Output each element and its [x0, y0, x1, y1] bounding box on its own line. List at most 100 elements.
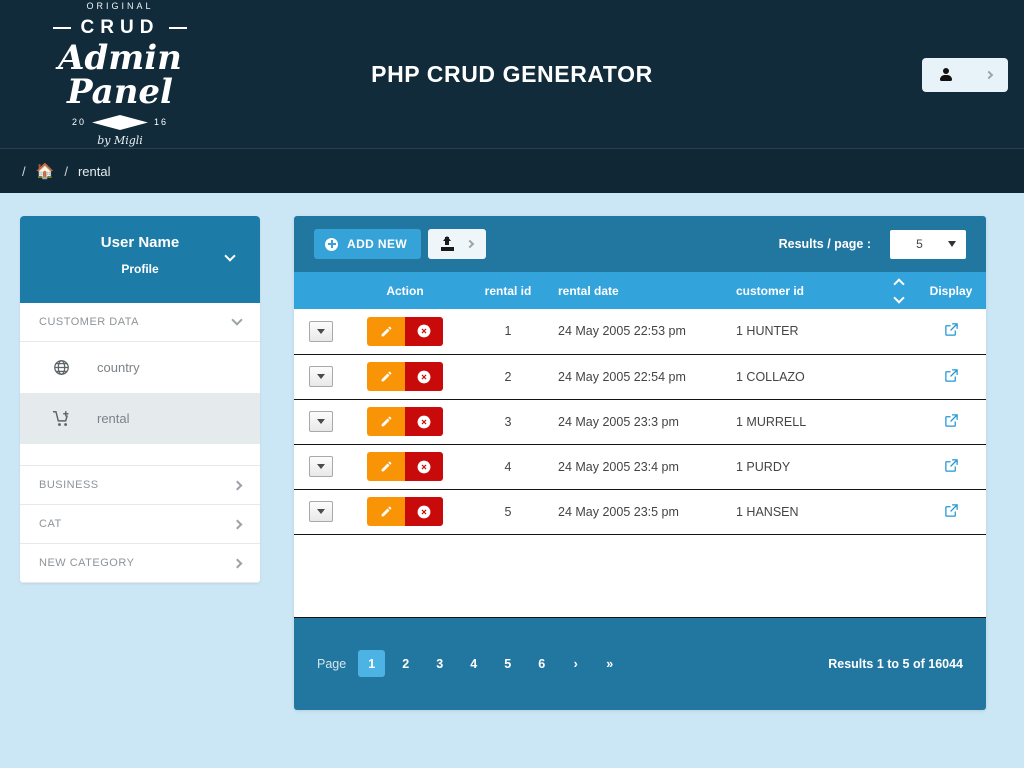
edit-row-button[interactable]: [367, 316, 405, 346]
column-header-toggle: [294, 272, 348, 309]
delete-row-button[interactable]: [405, 316, 443, 346]
chevron-right-icon: [232, 480, 243, 490]
pagination-page-1[interactable]: 1: [358, 650, 386, 677]
table-filler-cell: [294, 534, 986, 617]
rental-table: Action rental id rental date customer id…: [294, 272, 986, 618]
row-dropdown-toggle[interactable]: [309, 411, 333, 432]
breadcrumb-current: rental: [77, 163, 111, 179]
sort-descending-icon: [893, 291, 905, 304]
delete-row-button[interactable]: [405, 497, 443, 526]
results-per-page-group: Results / page : 5: [779, 229, 966, 259]
pencil-icon: [380, 370, 393, 383]
x-circle-icon: [417, 505, 431, 519]
external-link-icon[interactable]: [944, 368, 959, 383]
delete-row-button[interactable]: [405, 452, 443, 481]
row-dropdown-toggle[interactable]: [309, 501, 333, 522]
pagination-next-button[interactable]: ›: [562, 650, 589, 677]
chevron-right-icon: [232, 558, 243, 568]
edit-row-button[interactable]: [367, 407, 405, 436]
sidebar-section-cat[interactable]: CAT: [20, 505, 260, 544]
pagination-page-2[interactable]: 2: [392, 650, 419, 677]
sidebar-item-rental[interactable]: rental: [20, 393, 260, 444]
column-sort-toggle[interactable]: [882, 272, 916, 309]
row-action-group: [367, 497, 443, 526]
row-toggle-cell: [294, 489, 348, 534]
pencil-icon: [380, 505, 393, 518]
external-link-icon[interactable]: [944, 322, 959, 337]
row-dropdown-toggle[interactable]: [309, 366, 333, 387]
delete-row-button[interactable]: [405, 407, 443, 436]
cell-rental-id: 2: [504, 369, 512, 384]
row-dropdown-toggle[interactable]: [309, 320, 333, 342]
cell-sort-spacer: [882, 489, 916, 534]
edit-row-button[interactable]: [367, 452, 405, 481]
sort-ascending-icon: [893, 277, 905, 290]
user-icon: [939, 68, 953, 82]
home-icon[interactable]: 🏠: [36, 164, 55, 179]
caret-down-icon: [948, 241, 956, 247]
row-action-group: [367, 316, 443, 346]
row-toggle-cell: [294, 309, 348, 354]
table-toolbar: ADD NEW Results / page : 5: [294, 216, 986, 272]
breadcrumb: / 🏠 / rental: [0, 148, 1024, 193]
row-dropdown-toggle[interactable]: [309, 456, 333, 477]
table-head: Action rental id rental date customer id…: [294, 272, 986, 309]
plus-circle-icon: [325, 237, 338, 251]
row-toggle-cell: [294, 399, 348, 444]
delete-row-button[interactable]: [405, 362, 443, 391]
cell-display: [916, 489, 986, 534]
cell-customer-id: 1 HANSEN: [736, 504, 799, 519]
pagination-page-4[interactable]: 4: [460, 650, 487, 677]
add-new-button[interactable]: ADD NEW: [314, 229, 422, 259]
chevron-right-icon: [232, 519, 243, 529]
pagination-last-button[interactable]: »: [596, 650, 623, 677]
logo-byline: by Migli: [97, 134, 143, 147]
logo-dash-right: [169, 26, 188, 29]
export-button[interactable]: [428, 229, 487, 259]
cell-rental-id: 4: [504, 459, 512, 474]
results-per-page-value: 5: [916, 237, 923, 251]
cell-rental-date: 24 May 2005 22:54 pm: [558, 369, 686, 384]
external-link-icon[interactable]: [944, 503, 959, 518]
cell-display: [916, 309, 986, 354]
cell-rental-date: 24 May 2005 23:4 pm: [558, 459, 679, 474]
logo-year-left: 20: [71, 117, 86, 127]
pencil-icon: [380, 325, 393, 338]
table-row: 4 24 May 2005 23:4 pm 1 PURDY: [294, 444, 986, 489]
cell-customer-id: 1 COLLAZO: [736, 369, 805, 384]
chevron-right-icon: [984, 70, 993, 80]
logo-original-text: ORIGINAL: [86, 1, 154, 11]
row-action-cell: [348, 489, 462, 534]
sidebar-section-business[interactable]: BUSINESS: [20, 466, 260, 505]
edit-row-button[interactable]: [367, 362, 405, 391]
cell-display: [916, 444, 986, 489]
pagination-page-6[interactable]: 6: [528, 650, 555, 677]
sidebar-item-label: rental: [97, 411, 130, 426]
column-header-action[interactable]: Action: [348, 272, 462, 309]
column-header-rental-id[interactable]: rental id: [462, 272, 554, 309]
sidebar-section-customer-data[interactable]: CUSTOMER DATA: [20, 303, 260, 342]
pagination-page-5[interactable]: 5: [494, 650, 521, 677]
external-link-icon[interactable]: [944, 413, 959, 428]
sidebar-user-block[interactable]: User Name Profile: [20, 216, 260, 303]
page-body: User Name Profile CUSTOMER DATA country: [0, 193, 1024, 710]
sort-arrows-icon: [882, 277, 916, 304]
column-header-rental-date[interactable]: rental date: [554, 272, 732, 309]
sidebar-item-country[interactable]: country: [20, 342, 260, 393]
cell-rental-date: 24 May 2005 22:53 pm: [558, 324, 686, 339]
external-link-icon[interactable]: [944, 458, 959, 473]
cell-sort-spacer: [882, 399, 916, 444]
edit-row-button[interactable]: [367, 497, 405, 526]
cell-sort-spacer: [882, 309, 916, 354]
x-circle-icon: [417, 370, 431, 384]
cell-rental-id: 5: [504, 504, 512, 519]
table-row: 2 24 May 2005 22:54 pm 1 COLLAZO: [294, 354, 986, 399]
pagination-page-3[interactable]: 3: [426, 650, 453, 677]
chevron-down-icon: [224, 250, 236, 262]
sidebar-section-new-category[interactable]: NEW CATEGORY: [20, 544, 260, 583]
results-per-page-select[interactable]: 5: [890, 229, 966, 259]
column-header-customer-id[interactable]: customer id: [732, 272, 882, 309]
cell-sort-spacer: [882, 354, 916, 399]
sidebar-user-profile: Profile: [121, 262, 159, 276]
user-menu-button[interactable]: [922, 58, 1008, 92]
